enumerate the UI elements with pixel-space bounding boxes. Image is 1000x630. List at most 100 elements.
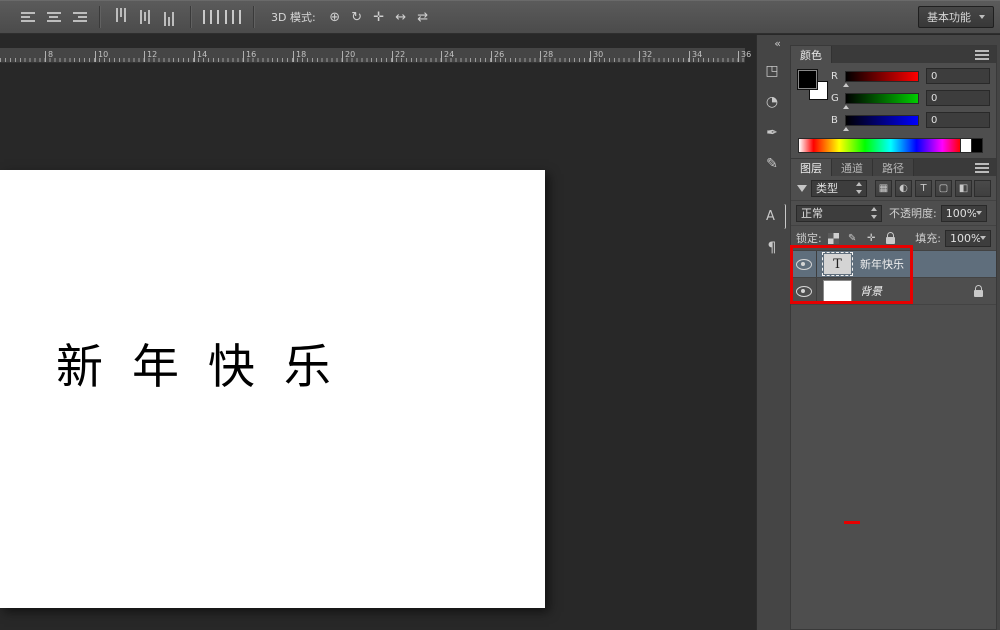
filter-pixel-layers-icon[interactable]: ▦: [875, 180, 892, 197]
layers-panel: 图层 通道 路径 类型 ▦ ◐ T ▢ ◧: [790, 158, 997, 630]
toolbar-separator: [99, 6, 100, 28]
opacity-value: 100%: [946, 207, 976, 220]
background-layer-thumbnail[interactable]: [824, 281, 851, 301]
filter-type-dropdown[interactable]: 类型: [811, 180, 867, 197]
lock-all-icon[interactable]: [883, 231, 898, 246]
3d-panel-icon[interactable]: ◳: [760, 58, 785, 83]
annotation-mark: [844, 521, 860, 524]
3d-orbit-icon[interactable]: ⊕: [325, 8, 345, 26]
lock-label: 锁定:: [796, 230, 822, 246]
opacity-dropdown[interactable]: 100%: [941, 205, 987, 222]
ruler-mark: 36: [738, 48, 751, 62]
align-left-icon[interactable]: [21, 10, 39, 24]
paragraph-panel-icon[interactable]: ¶: [760, 235, 785, 260]
ruler-mark: 18: [293, 48, 306, 62]
character-panel-icon[interactable]: A: [758, 204, 786, 229]
red-slider[interactable]: [845, 71, 919, 82]
expand-dock-icon[interactable]: «: [774, 37, 787, 50]
fill-dropdown[interactable]: 100%: [945, 230, 991, 247]
visibility-cell[interactable]: [791, 251, 817, 277]
blue-slider[interactable]: [845, 115, 919, 126]
distribute-vertical-icon[interactable]: [225, 10, 241, 24]
filter-layer-groups-icon[interactable]: ▢: [935, 180, 952, 197]
color-panel: 颜色 R 0 G 0 B: [790, 45, 997, 163]
black-swatch[interactable]: [971, 139, 982, 152]
filter-type-label: 类型: [816, 180, 838, 196]
blend-mode-dropdown[interactable]: 正常: [796, 205, 882, 222]
lock-position-icon[interactable]: ✛: [864, 231, 879, 246]
align-bottom-icon[interactable]: [162, 8, 176, 26]
horizontal-ruler[interactable]: 8 10 12 14 16 18 20 22 24 26 28 30 32 34…: [0, 48, 745, 63]
layer-row-background[interactable]: 背景: [791, 278, 996, 305]
align-middle-icon[interactable]: [138, 8, 152, 26]
filter-funnel-icon[interactable]: [797, 185, 807, 197]
tab-paths[interactable]: 路径: [873, 159, 914, 176]
tab-layers[interactable]: 图层: [791, 159, 832, 176]
white-swatch[interactable]: [960, 139, 971, 152]
panel-menu-icon[interactable]: [975, 50, 991, 60]
ruler-mark: 8: [45, 48, 53, 62]
foreground-color-swatch[interactable]: [798, 70, 817, 89]
align-top-icon[interactable]: [114, 8, 128, 26]
filter-toggle-icon[interactable]: [974, 180, 991, 197]
blend-mode-row: 正常 不透明度: 100%: [791, 201, 996, 226]
3d-roll-icon[interactable]: ↻: [347, 8, 367, 26]
lock-transparency-icon[interactable]: [826, 231, 841, 246]
filter-smart-objects-icon[interactable]: ◧: [955, 180, 972, 197]
document-canvas[interactable]: 新 年 快 乐: [0, 170, 545, 608]
brush-panel-icon[interactable]: ✎: [760, 151, 785, 176]
layer-name[interactable]: 背景: [860, 283, 882, 299]
blend-mode-label: 正常: [801, 205, 823, 221]
adjustments-panel-icon[interactable]: ◔: [760, 89, 785, 114]
chevron-down-icon: [980, 236, 986, 243]
ruler-mark: 22: [392, 48, 405, 62]
foreground-background-swatches[interactable]: [798, 70, 830, 102]
color-spectrum-ramp[interactable]: [798, 138, 983, 153]
opacity-label: 不透明度:: [889, 205, 937, 221]
eye-icon[interactable]: [796, 259, 812, 270]
lock-pixels-icon[interactable]: ✎: [845, 231, 860, 246]
workspace-switcher-button[interactable]: 基本功能: [918, 6, 994, 28]
3d-scale-icon[interactable]: ⇄: [413, 8, 433, 26]
green-channel-label: G: [831, 93, 843, 104]
tab-channels[interactable]: 通道: [832, 159, 873, 176]
3d-slide-icon[interactable]: ↔: [391, 8, 411, 26]
3d-drag-icon[interactable]: ✛: [369, 8, 389, 26]
red-value-field[interactable]: 0: [926, 68, 990, 84]
workspace-switcher-label: 基本功能: [927, 9, 971, 25]
green-value-field[interactable]: 0: [926, 90, 990, 106]
layer-name[interactable]: 新年快乐: [860, 256, 904, 272]
align-center-icon[interactable]: [45, 10, 63, 24]
document-work-area: 8 10 12 14 16 18 20 22 24 26 28 30 32 34…: [0, 35, 757, 630]
collapsed-panel-dock: « ◳ ◔ ✒ ✎ A ¶: [756, 35, 787, 630]
panel-dock: 颜色 R 0 G 0 B: [787, 35, 1000, 630]
blue-value-field[interactable]: 0: [926, 112, 990, 128]
chevron-down-icon: [979, 15, 985, 22]
align-right-icon[interactable]: [69, 10, 87, 24]
styles-panel-icon[interactable]: ✒: [760, 120, 785, 145]
red-channel-label: R: [831, 71, 843, 82]
green-slider[interactable]: [845, 93, 919, 104]
layer-filter-row: 类型 ▦ ◐ T ▢ ◧: [791, 176, 996, 201]
fill-label: 填充:: [915, 230, 941, 246]
rainbow-ramp[interactable]: [799, 139, 960, 152]
text-layer-thumbnail[interactable]: T: [824, 254, 851, 274]
ruler-mark: 28: [540, 48, 553, 62]
tab-color[interactable]: 颜色: [791, 46, 832, 63]
visibility-cell[interactable]: [791, 278, 817, 304]
toolbar-separator: [190, 6, 191, 28]
canvas-text-layer[interactable]: 新 年 快 乐: [56, 328, 338, 397]
fill-value: 100%: [950, 232, 980, 245]
red-channel-row: R 0: [831, 68, 990, 84]
ruler-mark: 24: [441, 48, 454, 62]
filter-type-layers-icon[interactable]: T: [915, 180, 932, 197]
blue-channel-row: B 0: [831, 112, 990, 128]
filter-adjustment-layers-icon[interactable]: ◐: [895, 180, 912, 197]
options-bar: 3D 模式: ⊕ ↻ ✛ ↔ ⇄ 基本功能: [0, 0, 1000, 34]
distribute-horizontal-icon[interactable]: [203, 10, 219, 24]
eye-icon[interactable]: [796, 286, 812, 297]
color-panel-body: R 0 G 0 B 0: [791, 63, 996, 162]
photoshop-window: 3D 模式: ⊕ ↻ ✛ ↔ ⇄ 基本功能 8 10 12 14 16 18 2…: [0, 0, 1000, 630]
panel-menu-icon[interactable]: [975, 163, 991, 173]
layer-row-text[interactable]: T 新年快乐: [791, 251, 996, 278]
